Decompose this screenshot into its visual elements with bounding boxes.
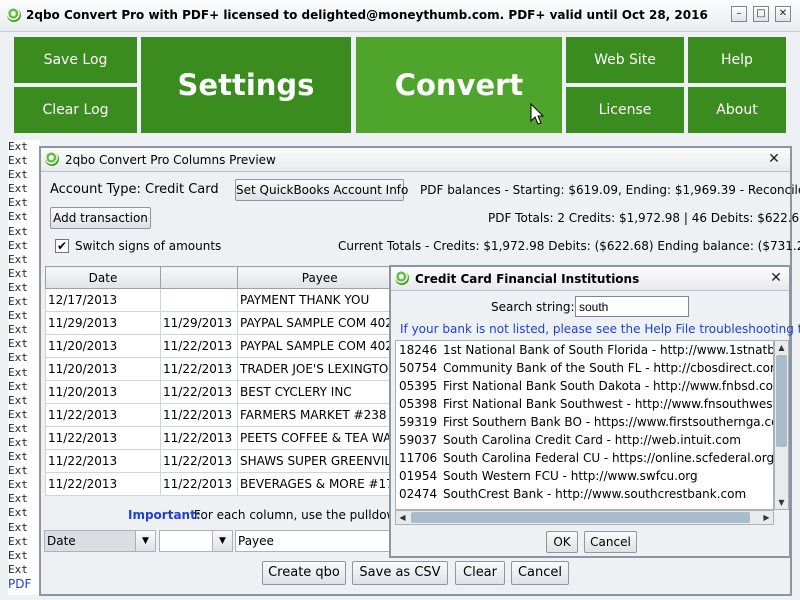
preview-title: 2qbo Convert Pro Columns Preview (65, 153, 276, 167)
column-header-payee[interactable]: Payee (236, 266, 403, 289)
institutions-title: Credit Card Financial Institutions (415, 272, 640, 286)
column-select-date[interactable]: Date ▼ (44, 530, 156, 552)
scroll-thumb[interactable] (776, 355, 787, 447)
log-last-line: PDF (8, 576, 32, 591)
transactions-table[interactable]: Date Payee 12/17/2013 PAYMENT THANK YOU 1… (45, 266, 403, 496)
app-icon (45, 152, 59, 166)
window-title: 2qbo Convert Pro with PDF+ licensed to d… (26, 8, 708, 22)
help-button[interactable]: Help (688, 37, 786, 83)
add-transaction-button[interactable]: Add transaction (50, 207, 151, 229)
ok-button[interactable]: OK (546, 531, 578, 553)
switch-signs-label: Switch signs of amounts (75, 239, 222, 253)
table-row[interactable]: 11/22/2013 11/22/2013 BEVERAGES & MORE #17… (45, 472, 403, 496)
maximize-button[interactable]: □ (753, 6, 769, 22)
pdf-totals: PDF Totals: 2 Credits: $1,972.98 | 46 De… (488, 211, 800, 225)
column-header-2[interactable] (160, 266, 238, 289)
important-text: For each column, use the pulldown b (194, 508, 416, 522)
scroll-up-icon[interactable]: ▲ (775, 341, 788, 354)
column-select-2[interactable]: ▼ (159, 530, 233, 552)
table-row[interactable]: 11/20/2013 11/22/2013 BEST CYCLERY INC (45, 380, 403, 404)
search-label: Search string: (491, 300, 575, 314)
set-account-info-button[interactable]: Set QuickBooks Account Info (235, 179, 408, 201)
about-button[interactable]: About (688, 87, 786, 133)
preview-title-bar[interactable]: 2qbo Convert Pro Columns Preview ✕ (41, 148, 790, 172)
list-item[interactable]: 50754 Community Bank of the South FL - ht… (396, 359, 773, 377)
license-button[interactable]: License (566, 87, 684, 133)
horizontal-scrollbar[interactable]: ◀ ▶ (395, 510, 774, 525)
list-item[interactable]: 02474 SouthCrest Bank - http://www.southc… (396, 485, 773, 503)
vertical-scrollbar[interactable]: ▲ ▼ (774, 340, 789, 510)
list-item[interactable]: 05398 First National Bank Southwest - htt… (396, 395, 773, 413)
cancel-button[interactable]: Cancel (511, 561, 569, 585)
table-row[interactable]: 12/17/2013 PAYMENT THANK YOU (45, 288, 403, 312)
clear-log-button[interactable]: Clear Log (14, 87, 137, 133)
table-row[interactable]: 11/22/2013 11/22/2013 FARMERS MARKET #238 … (45, 403, 403, 427)
title-bar[interactable]: 2qbo Convert Pro with PDF+ licensed to d… (0, 0, 800, 32)
important-label: Important: (128, 508, 201, 522)
close-icon[interactable]: ✕ (768, 270, 784, 286)
pdf-balances: PDF balances - Starting: $619.09, Ending… (420, 183, 800, 197)
scroll-down-icon[interactable]: ▼ (775, 496, 788, 509)
account-type-label: Account Type: Credit Card (50, 182, 219, 197)
switch-signs-checkbox[interactable]: ✔ (55, 239, 69, 253)
close-icon[interactable]: ✕ (766, 151, 782, 167)
save-csv-button[interactable]: Save as CSV (352, 561, 448, 585)
close-button[interactable]: ✕ (775, 6, 791, 22)
table-row[interactable]: 11/29/2013 11/29/2013 PAYPAL SAMPLE COM 40… (45, 311, 403, 335)
scroll-thumb[interactable] (411, 512, 750, 523)
help-tip-link[interactable]: If your bank is not listed, please see t… (400, 322, 800, 336)
app-icon (395, 271, 409, 285)
institutions-title-bar[interactable]: Credit Card Financial Institutions ✕ (391, 267, 789, 291)
scroll-left-icon[interactable]: ◀ (396, 511, 409, 524)
column-select-payee[interactable]: Payee (235, 530, 390, 552)
settings-button[interactable]: Settings (141, 37, 351, 133)
list-item[interactable]: 11706 South Carolina Federal CU - https:/… (396, 449, 773, 467)
current-totals: Current Totals - Credits: $1,972.98 Debi… (338, 239, 800, 253)
search-input[interactable] (575, 296, 689, 317)
list-item[interactable]: 59319 First Southern Bank BO - https://ww… (396, 413, 773, 431)
list-item[interactable]: 01954 South Western FCU - http://www.swfc… (396, 467, 773, 485)
log-panel[interactable]: Ext Ext Ext Ext Ext Ext Ext Ext Ext Ext Ext Ext … (8, 140, 40, 595)
app-icon (7, 8, 21, 22)
list-item[interactable]: 59037 South Carolina Credit Card - http:/… (396, 431, 773, 449)
create-qbo-button[interactable]: Create qbo (262, 561, 346, 585)
table-row[interactable]: 11/20/2013 11/22/2013 PAYPAL SAMPLE COM 40… (45, 334, 403, 358)
list-item[interactable]: 05395 First National Bank South Dakota - … (396, 377, 773, 395)
table-row[interactable]: 11/22/2013 11/22/2013 SHAWS SUPER GREENVIL (45, 449, 403, 473)
table-row[interactable]: 11/20/2013 11/22/2013 TRADER JOE'S LEXINGT… (45, 357, 403, 381)
scroll-right-icon[interactable]: ▶ (760, 511, 773, 524)
chevron-down-icon[interactable]: ▼ (135, 531, 155, 551)
table-row[interactable]: 11/22/2013 11/22/2013 PEETS COFFEE & TEA W… (45, 426, 403, 450)
mouse-cursor-icon (530, 103, 545, 125)
chevron-down-icon[interactable]: ▼ (212, 531, 232, 551)
save-log-button[interactable]: Save Log (14, 37, 137, 83)
list-item[interactable]: 18246 1st National Bank of South Florida … (396, 341, 773, 359)
column-header-date[interactable]: Date (45, 266, 161, 289)
cancel-button[interactable]: Cancel (584, 531, 637, 553)
institutions-dialog: Credit Card Financial Institutions ✕ Sea… (389, 265, 800, 558)
web-site-button[interactable]: Web Site (566, 37, 684, 83)
minimize-button[interactable]: – (731, 6, 747, 22)
institutions-list[interactable]: 18246 1st National Bank of South Florida … (395, 340, 774, 510)
clear-button[interactable]: Clear (455, 561, 505, 585)
